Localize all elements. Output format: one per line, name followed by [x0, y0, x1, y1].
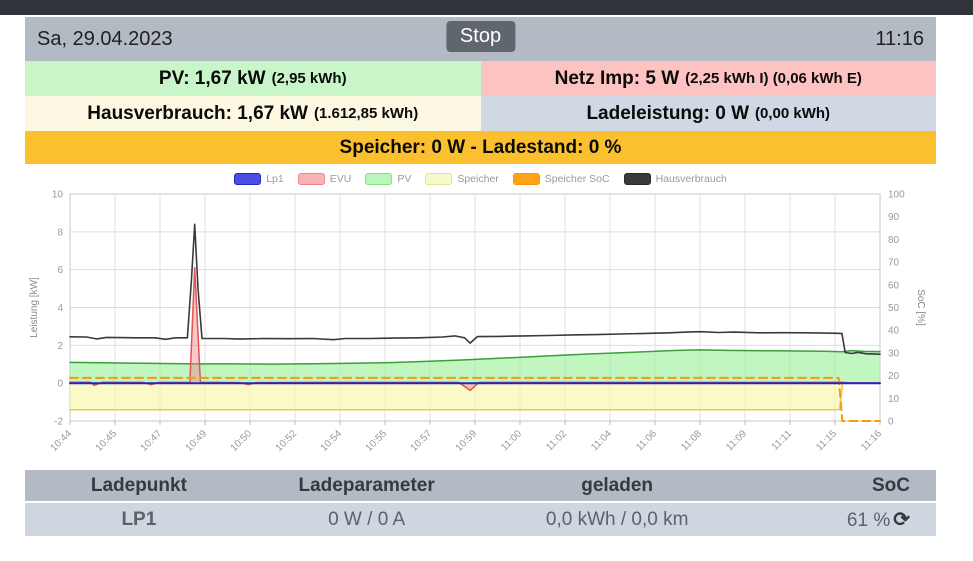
openwb-dashboard: Sa, 29.04.2023 Stop 11:16 PV: 1,67 kW (2… — [0, 0, 973, 561]
xtick-label: 11:09 — [724, 428, 749, 453]
tile-battery[interactable]: Speicher: 0 W - Ladestand: 0 % — [25, 131, 936, 164]
legend-item-evu[interactable]: EVU — [297, 173, 352, 185]
table-header-row: Ladepunkt Ladeparameter geladen SoC — [25, 470, 936, 501]
legend-swatch-icon — [234, 173, 262, 185]
xtick-label: 10:59 — [454, 428, 480, 454]
table-row: LP1 0 W / 0 A 0,0 kWh / 0,0 km 61 % ⟳ — [25, 503, 936, 536]
ytick-right: 0 — [888, 417, 894, 428]
date-label: Sa, 29.04.2023 — [37, 27, 173, 50]
xtick-label: 11:06 — [634, 428, 659, 453]
ytick-right: 70 — [888, 258, 900, 269]
tile-house-consumption[interactable]: Hausverbrauch: 1,67 kW (1.612,85 kWh) — [25, 96, 481, 131]
xtick-label: 10:57 — [409, 428, 435, 454]
left-axis-title: Leistung [kW] — [29, 277, 40, 338]
legend-label: Hausverbrauch — [655, 173, 727, 185]
xtick-label: 10:54 — [319, 428, 345, 454]
ytick-right: 40 — [888, 326, 900, 337]
battery-value: Speicher: 0 W - Ladestand: 0 % — [339, 136, 622, 158]
legend-label: EVU — [329, 173, 352, 185]
pv-energy: (2,95 kWh) — [271, 70, 347, 87]
chargepoint-name[interactable]: LP1 — [25, 509, 253, 531]
ytick-right: 30 — [888, 348, 900, 359]
legend-label: PV — [397, 173, 412, 185]
legend-label: Speicher SoC — [544, 173, 610, 185]
xtick-label: 11:16 — [859, 428, 884, 453]
ytick-left: -2 — [54, 417, 63, 428]
ytick-right: 50 — [888, 303, 900, 314]
right-axis-title: SoC [%] — [915, 289, 926, 326]
ytick-left: 4 — [57, 303, 63, 314]
xtick-label: 10:52 — [274, 428, 300, 454]
col-geladen: geladen — [581, 474, 654, 496]
chart-legend: Lp1 EVU PV Speicher Speicher SoC Hausverbrauc… — [25, 170, 936, 188]
xtick-label: 11:02 — [544, 428, 569, 453]
soc-cell: 61 % ⟳ — [754, 507, 936, 532]
xtick-label: 11:00 — [499, 428, 524, 453]
legend-swatch-icon — [623, 173, 651, 185]
grid-energy: (2,25 kWh I) (0,06 kWh E) — [685, 70, 862, 87]
ytick-left: 8 — [57, 227, 63, 238]
grid-value: Netz Imp: 5 W — [554, 67, 680, 89]
legend-label: Speicher — [457, 173, 499, 185]
xtick-label: 11:08 — [679, 428, 704, 453]
chargepoint-table: Ladepunkt Ladeparameter geladen SoC LP1 … — [25, 470, 936, 536]
charge-energy: (0,00 kWh) — [755, 105, 831, 122]
legend-item-pv[interactable]: PV — [365, 173, 411, 185]
legend-swatch-icon — [512, 173, 540, 185]
soc-refresh-icon[interactable]: ⟳ — [893, 509, 910, 531]
legend-swatch-icon — [297, 173, 325, 185]
legend-item-speicher[interactable]: Speicher — [425, 173, 499, 185]
ytick-right: 100 — [888, 190, 905, 201]
legend-swatch-icon — [425, 173, 453, 185]
house-energy: (1.612,85 kWh) — [313, 105, 419, 122]
xtick-label: 10:49 — [184, 428, 210, 454]
legend-label: Lp1 — [266, 173, 284, 185]
ytick-right: 20 — [888, 371, 900, 382]
pv-value: PV: 1,67 kW — [158, 67, 266, 89]
ytick-right: 80 — [888, 235, 900, 246]
header-bar: Sa, 29.04.2023 Stop 11:16 — [25, 17, 936, 61]
legend-item-hausverbrauch[interactable]: Hausverbrauch — [623, 173, 727, 185]
charged-amount: 0,0 kWh / 0,0 km — [545, 508, 689, 530]
col-ladeparameter: Ladeparameter — [298, 474, 435, 496]
tile-charge-power[interactable]: Ladeleistung: 0 W (0,00 kWh) — [480, 96, 936, 131]
clock-label: 11:16 — [875, 27, 924, 50]
legend-item-lp1[interactable]: Lp1 — [234, 173, 284, 185]
charge-parameters: 0 W / 0 A — [328, 508, 406, 530]
col-ladepunkt: Ladepunkt — [90, 474, 187, 496]
tile-pv[interactable]: PV: 1,67 kW (2,95 kWh) — [25, 61, 481, 96]
ytick-right: 60 — [888, 280, 900, 291]
col-soc: SoC — [871, 474, 910, 496]
xtick-label: 10:50 — [229, 428, 255, 454]
status-tiles: PV: 1,67 kW (2,95 kWh) Netz Imp: 5 W (2,… — [25, 61, 936, 164]
soc-value: 61 % — [846, 510, 891, 531]
legend-item-speicher-soc[interactable]: Speicher SoC — [512, 173, 610, 185]
power-chart[interactable]: -2 0 2 4 6 8 10 0 10 20 30 40 50 60 70 80 90 100 10:44 10:4… — [25, 188, 936, 465]
tile-grid-import[interactable]: Netz Imp: 5 W (2,25 kWh I) (0,06 kWh E) — [480, 61, 936, 96]
xtick-label: 10:47 — [139, 428, 165, 454]
charge-value: Ladeleistung: 0 W — [586, 102, 750, 124]
house-value: Hausverbrauch: 1,67 kW — [87, 102, 308, 124]
xtick-label: 10:45 — [94, 428, 120, 454]
legend-swatch-icon — [365, 173, 393, 185]
xtick-label: 10:44 — [49, 428, 75, 454]
ytick-right: 90 — [888, 212, 900, 223]
ytick-left: 0 — [57, 379, 63, 390]
ytick-left: 6 — [57, 265, 63, 276]
stop-button[interactable]: Stop — [445, 21, 516, 52]
ytick-left: 2 — [57, 341, 63, 352]
xtick-label: 11:15 — [814, 428, 839, 453]
ytick-left: 10 — [52, 190, 64, 201]
power-chart-section: Lp1 EVU PV Speicher Speicher SoC Hausverbrauc… — [25, 170, 936, 465]
xtick-label: 11:04 — [589, 428, 614, 453]
xtick-label: 10:55 — [364, 428, 390, 454]
ytick-right: 10 — [888, 394, 900, 405]
xtick-label: 11:11 — [770, 428, 795, 453]
top-status-bar — [0, 0, 973, 15]
